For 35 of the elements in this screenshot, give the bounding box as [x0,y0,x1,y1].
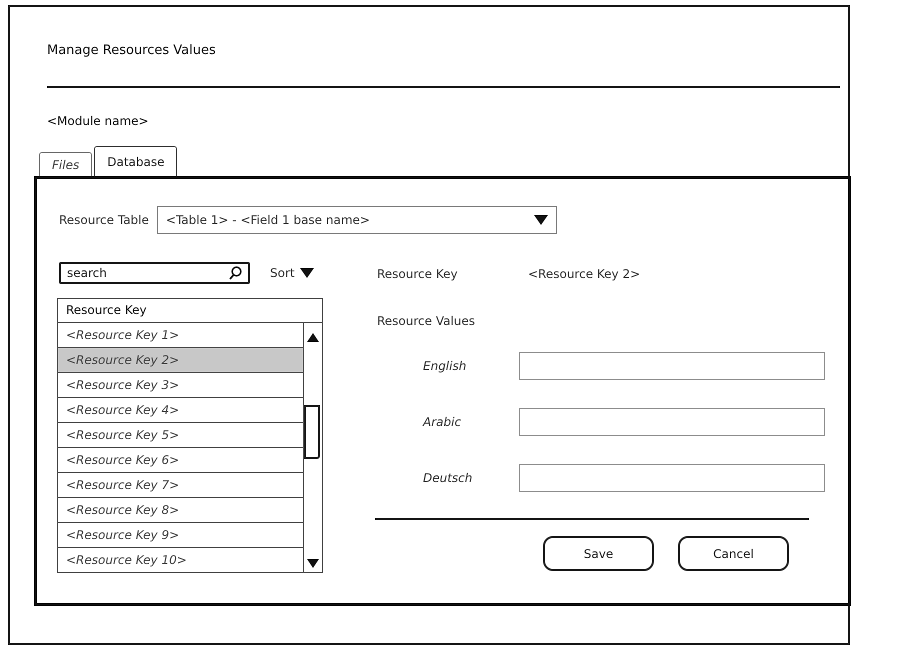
tab[interactable]: Database [94,146,178,176]
tab[interactable]: Files [39,152,92,176]
window-title: Manage Resources Values [47,43,217,58]
list-item[interactable]: <Resource Key 9> [58,523,304,548]
list-item[interactable]: <Resource Key 6> [58,448,304,473]
list-item[interactable]: <Resource Key 7> [58,473,304,498]
list-item[interactable]: <Resource Key 2> [58,348,304,373]
language-label: English [422,359,468,373]
action-button[interactable]: Save [543,536,654,571]
input-field[interactable] [519,408,825,436]
language-label: Deutsch [422,471,474,485]
resource-values-label: Resource Values [377,314,476,328]
resource-table-label: Resource Table [59,213,149,227]
sort-button[interactable]: Sort [270,266,314,280]
resource-table-dropdown[interactable]: <Table 1> - <Field 1 base name> [156,206,557,234]
search-icon [229,266,242,280]
list-item[interactable]: <Resource Key 5> [58,423,304,448]
scroll-down-icon[interactable] [307,559,319,568]
scrollbar-thumb[interactable] [304,405,320,459]
list-item[interactable]: <Resource Key 4> [58,398,304,423]
resource-key-label: Resource Key [377,267,459,281]
list-item[interactable]: <Resource Key 3> [58,373,304,398]
column-header: Resource Key [58,299,322,323]
caret-icon [534,215,548,225]
caret-icon [300,268,314,278]
input-field[interactable] [519,464,825,492]
language-label: Arabic [422,415,462,429]
list-item[interactable]: <Resource Key 10> [58,548,304,572]
search-field[interactable]: search [59,262,250,284]
input-field[interactable] [519,352,825,380]
scroll-up-icon[interactable] [307,333,319,342]
module-name: <Module name> [47,114,150,128]
list-item[interactable]: <Resource Key 8> [58,498,304,523]
resource-key-value: <Resource Key 2> [528,267,640,281]
action-button[interactable]: Cancel [678,536,789,571]
